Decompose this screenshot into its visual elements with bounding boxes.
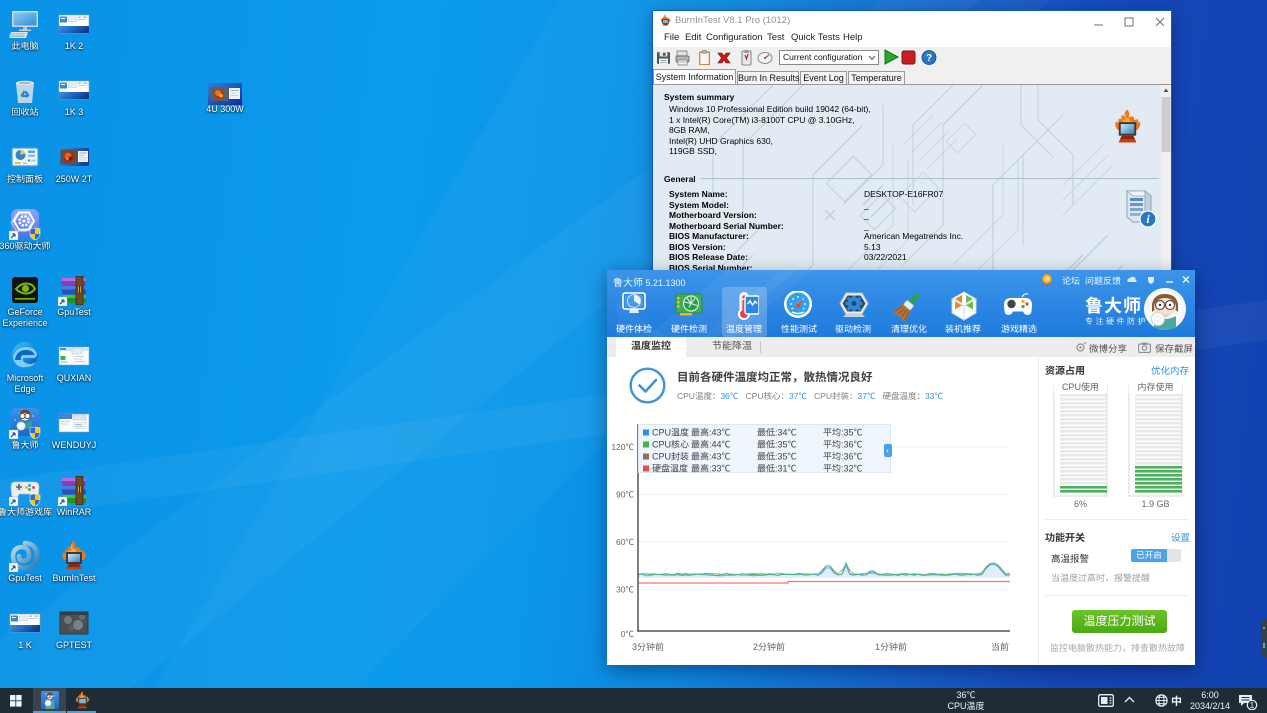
- svg-text:60℃: 60℃: [616, 537, 634, 547]
- svg-text:硬盘温度: 硬盘温度: [652, 464, 688, 474]
- svg-text:最高:43℃: 最高:43℃: [691, 452, 731, 462]
- svg-text:最高:33℃: 最高:33℃: [691, 464, 731, 474]
- svg-text:CPU核心: CPU核心: [652, 440, 689, 450]
- svg-text:120℃: 120℃: [611, 442, 634, 452]
- svg-text:3分钟前: 3分钟前: [632, 642, 664, 652]
- svg-text:最低:31℃: 最低:31℃: [757, 464, 797, 474]
- svg-text:平均:35℃: 平均:35℃: [823, 428, 863, 438]
- svg-text:平均:32℃: 平均:32℃: [823, 464, 863, 474]
- svg-text:平均:36℃: 平均:36℃: [823, 440, 863, 450]
- svg-text:90℃: 90℃: [616, 490, 634, 500]
- svg-text:0℃: 0℃: [621, 629, 635, 639]
- svg-text:1分钟前: 1分钟前: [875, 642, 907, 652]
- svg-text:最低:34℃: 最低:34℃: [757, 428, 797, 438]
- svg-text:CPU温度: CPU温度: [652, 428, 689, 438]
- svg-text:最低:35℃: 最低:35℃: [757, 440, 797, 450]
- svg-text:1: 1: [1250, 701, 1255, 710]
- svg-text:?: ?: [926, 53, 932, 64]
- svg-text:CPU封装: CPU封装: [652, 452, 689, 462]
- svg-text:30℃: 30℃: [616, 585, 634, 595]
- svg-text:当前: 当前: [991, 642, 1009, 652]
- svg-text:最高:44℃: 最高:44℃: [691, 440, 731, 450]
- svg-text:2分钟前: 2分钟前: [753, 642, 785, 652]
- svg-text:平均:36℃: 平均:36℃: [823, 452, 863, 462]
- svg-text:最高:43℃: 最高:43℃: [691, 428, 731, 438]
- svg-text:最低:35℃: 最低:35℃: [757, 452, 797, 462]
